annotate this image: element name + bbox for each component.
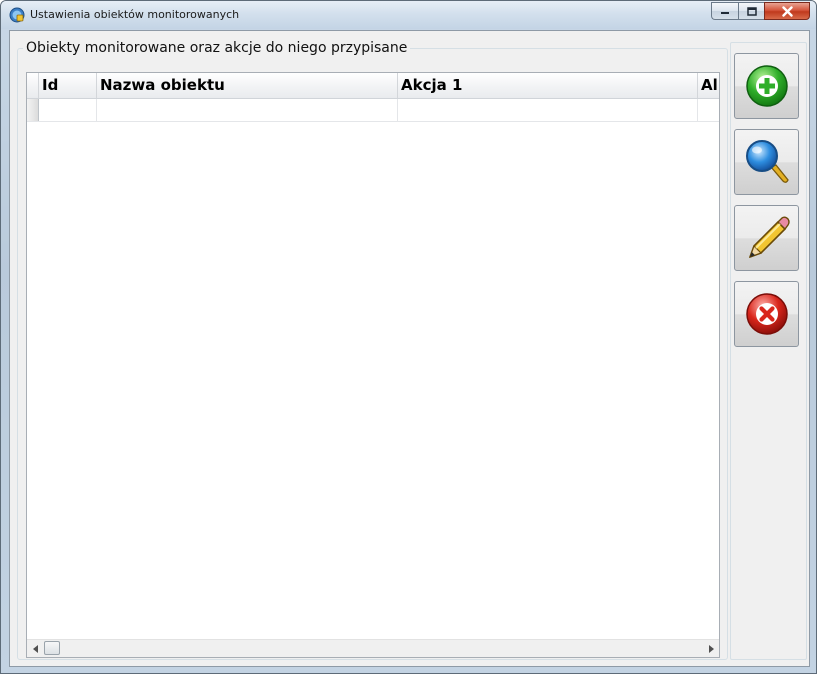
- window-title: Ustawienia obiektów monitorowanych: [30, 8, 240, 21]
- cell-action-2[interactable]: [698, 99, 719, 121]
- delete-icon: [745, 293, 788, 335]
- objects-grid[interactable]: Id Nazwa obiektu Akcja 1 Al: [26, 72, 720, 658]
- caption-buttons: [711, 2, 810, 21]
- close-icon: [781, 5, 793, 17]
- cell-object-name[interactable]: [97, 99, 398, 121]
- scroll-left-arrow[interactable]: [27, 640, 44, 657]
- triangle-left-icon: [32, 644, 38, 653]
- column-header-action-1[interactable]: Akcja 1: [398, 73, 698, 98]
- triangle-right-icon: [708, 644, 714, 653]
- column-header-object-name[interactable]: Nazwa obiektu: [97, 73, 398, 98]
- search-button[interactable]: [734, 129, 799, 195]
- app-window: Ustawienia obiektów monitorowanych Obiek…: [0, 0, 817, 674]
- horizontal-scrollbar[interactable]: [27, 639, 719, 657]
- maximize-icon: [746, 6, 757, 16]
- grid-header: Id Nazwa obiektu Akcja 1 Al: [27, 73, 719, 99]
- app-icon: [9, 7, 25, 23]
- action-toolbar: [730, 42, 807, 660]
- edit-button[interactable]: [734, 205, 799, 271]
- edit-icon: [748, 216, 790, 259]
- groupbox-title: Obiekty monitorowane oraz akcje do niego…: [23, 40, 411, 56]
- row-header-corner: [27, 73, 39, 98]
- close-button[interactable]: [764, 2, 810, 20]
- scroll-thumb[interactable]: [44, 641, 60, 655]
- minimize-button[interactable]: [711, 2, 738, 20]
- delete-button[interactable]: [734, 281, 799, 347]
- minimize-icon: [721, 12, 729, 14]
- scroll-right-arrow[interactable]: [702, 640, 719, 657]
- row-selector[interactable]: [27, 99, 39, 121]
- title-bar[interactable]: Ustawienia obiektów monitorowanych: [1, 1, 816, 29]
- table-row[interactable]: [27, 99, 719, 122]
- maximize-button[interactable]: [738, 2, 764, 20]
- column-header-id[interactable]: Id: [39, 73, 97, 98]
- column-header-action-2[interactable]: Al: [698, 73, 719, 98]
- add-icon: [745, 65, 788, 107]
- client-area: Obiekty monitorowane oraz akcje do niego…: [9, 30, 810, 667]
- add-button[interactable]: [734, 53, 799, 119]
- cell-action-1[interactable]: [398, 99, 698, 121]
- search-icon: [745, 140, 789, 183]
- cell-id[interactable]: [39, 99, 97, 121]
